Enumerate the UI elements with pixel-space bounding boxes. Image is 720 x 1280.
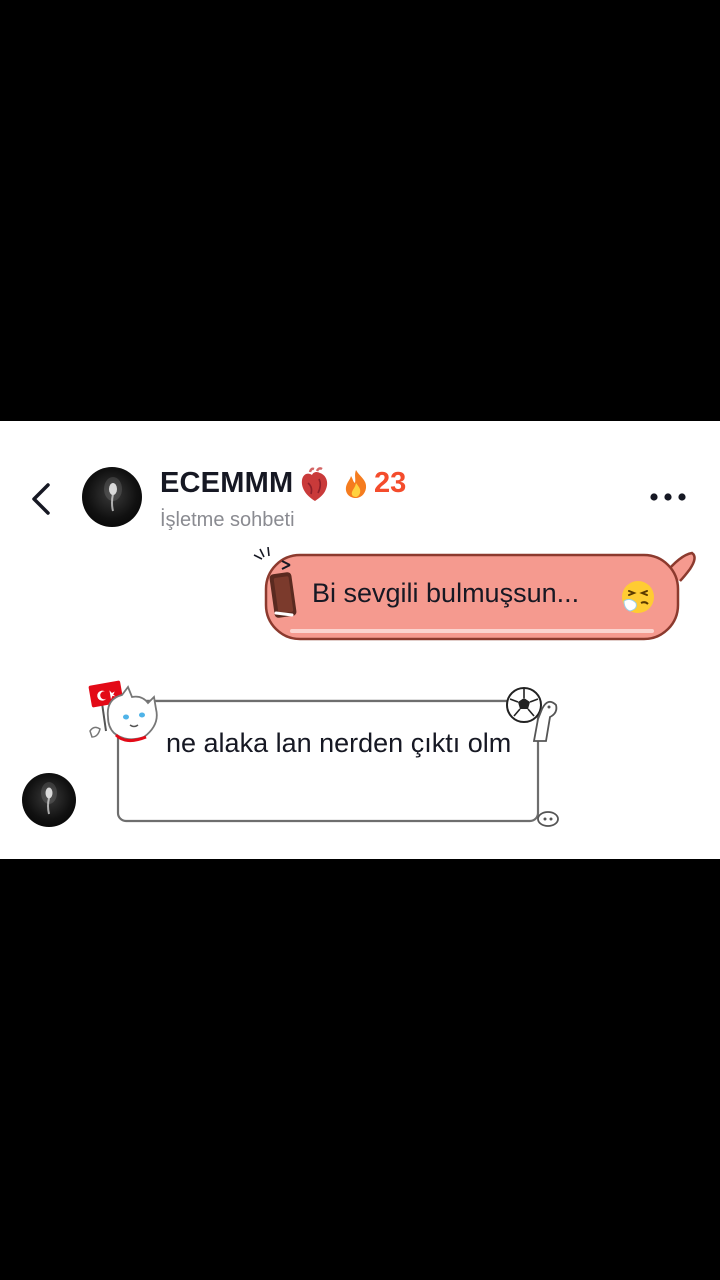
back-button[interactable] xyxy=(24,481,60,517)
cat-flag-sticker xyxy=(88,680,158,742)
anatomical-heart-icon xyxy=(301,467,328,501)
avatar-image xyxy=(41,782,57,815)
letterbox-top xyxy=(0,0,720,421)
contact-name[interactable]: ECEMMM xyxy=(160,467,293,500)
fire-icon xyxy=(345,470,367,498)
chat-type-label: İşletme sohbeti xyxy=(160,509,295,531)
sent-message-text: Bi sevgili bulmuşsun... xyxy=(312,578,580,608)
more-dots-icon xyxy=(650,493,686,501)
more-options-button[interactable] xyxy=(646,483,690,511)
chevron-left-icon xyxy=(32,483,50,515)
sender-avatar[interactable] xyxy=(22,773,76,827)
letterbox-bottom xyxy=(0,859,720,1280)
sneezing-face-icon xyxy=(622,581,654,613)
contact-avatar[interactable] xyxy=(82,467,142,527)
received-message-text: ne alaka lan nerden çıktı olm xyxy=(166,728,512,758)
chat-panel: ECEMMM 23 İşletme sohbeti Bi sevgili bul… xyxy=(0,421,720,859)
avatar-image xyxy=(104,477,122,512)
streak-count: 23 xyxy=(374,467,407,499)
